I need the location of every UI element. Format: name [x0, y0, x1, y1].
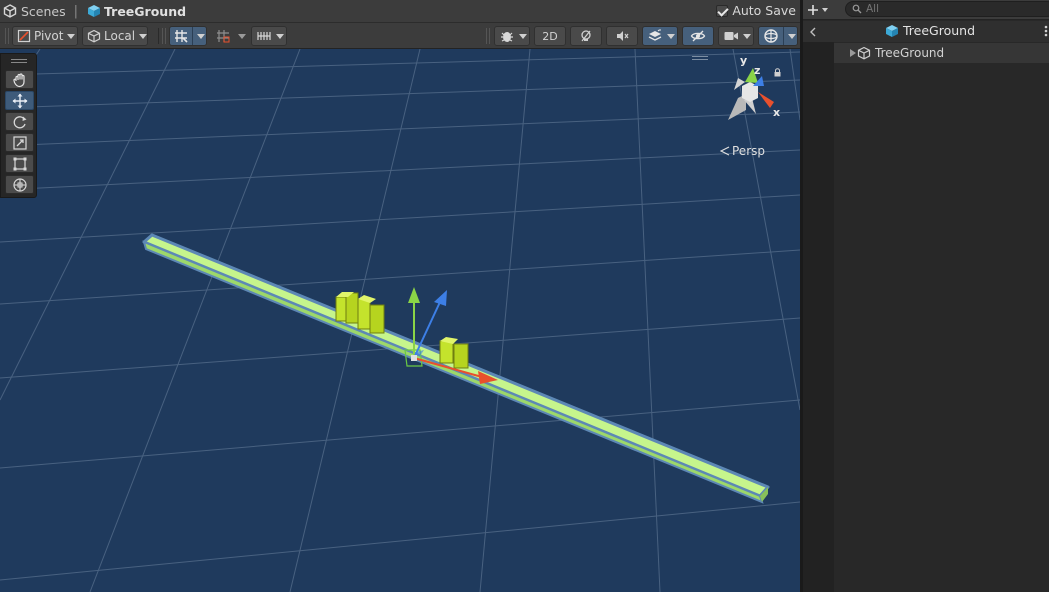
increment-snap-icon [215, 28, 231, 44]
audio-toggle-button[interactable] [606, 26, 638, 46]
hierarchy-list[interactable]: TreeGround [803, 42, 1049, 592]
gizmos-dropdown[interactable] [758, 26, 798, 46]
search-icon [852, 4, 862, 14]
rotate-tool-button[interactable] [5, 112, 34, 131]
kebab-menu-icon[interactable] [1043, 24, 1049, 38]
breadcrumb-separator: | [73, 3, 79, 19]
hierarchy-toolbar [803, 0, 1049, 20]
breadcrumb-scenes-label: Scenes [21, 3, 66, 19]
transform-tool-button[interactable] [5, 175, 34, 194]
toolbar-grip[interactable] [486, 28, 490, 44]
scene-visibility-toggle[interactable] [682, 26, 714, 46]
chevron-down-icon [238, 33, 246, 39]
chevron-down-icon [667, 33, 675, 39]
transform-icon [12, 177, 28, 193]
prefab-cube-icon [885, 24, 899, 38]
chevron-down-icon [519, 33, 527, 39]
camera-icon [723, 28, 739, 44]
grid-snap-icon [173, 28, 189, 44]
scene-view-panel: Scenes | TreeGround Auto Save Pivot Loca… [0, 0, 800, 592]
effects-layers-icon [647, 28, 663, 44]
chevron-down-icon [139, 33, 148, 39]
hierarchy-panel: TreeGround TreeGround [803, 0, 1049, 592]
ruler-snap-button[interactable] [251, 26, 287, 46]
lightbulb-icon [579, 29, 593, 43]
effects-dropdown[interactable] [642, 26, 678, 46]
prefab-title: TreeGround [885, 23, 975, 38]
bug-icon [499, 28, 515, 44]
move-tool-button[interactable] [5, 91, 34, 110]
2d-toggle-button[interactable]: 2D [534, 26, 566, 46]
scale-tool-button[interactable] [5, 133, 34, 152]
scale-icon [12, 135, 28, 151]
hand-tool-button[interactable] [5, 70, 34, 89]
ruler-icon [256, 28, 272, 44]
space-dropdown[interactable]: Local [82, 26, 148, 46]
unity-logo-icon [3, 4, 17, 18]
autosave-checkbox[interactable] [716, 4, 729, 17]
pivot-dropdown[interactable]: Pivot [12, 26, 78, 46]
pivot-icon [17, 29, 31, 43]
toolbar-grip[interactable] [162, 28, 166, 44]
scene-canvas[interactable] [0, 49, 800, 592]
chevron-down-icon [67, 33, 76, 39]
hierarchy-item-label: TreeGround [875, 46, 945, 60]
gizmo-x-label: x [773, 106, 781, 119]
scene-viewport[interactable]: y z x Persp [0, 49, 800, 592]
expand-arrow-icon[interactable] [850, 49, 856, 57]
gizmo-globe-icon [763, 28, 779, 44]
increment-snap-button[interactable] [211, 26, 247, 46]
pivot-label: Pivot [34, 29, 64, 43]
move-icon [12, 93, 28, 109]
grid-snap-button[interactable] [169, 26, 207, 46]
projection-toggle[interactable]: Persp [720, 144, 765, 158]
gameobject-cube-icon [857, 46, 871, 60]
chevron-down-icon [743, 33, 751, 39]
hierarchy-search[interactable] [845, 1, 1049, 17]
add-object-button[interactable] [807, 1, 835, 18]
scene-toolbar: Pivot Local 2D [0, 22, 800, 49]
toolbar-divider [158, 28, 159, 44]
toolbar-grip[interactable] [5, 28, 9, 44]
lighting-toggle-button[interactable] [570, 26, 602, 46]
rect-icon [12, 156, 28, 172]
prefab-header: TreeGround [803, 21, 1049, 42]
2d-label: 2D [542, 29, 558, 43]
chevron-down-icon [197, 33, 205, 39]
space-label: Local [104, 29, 136, 43]
eye-hidden-icon [690, 28, 706, 44]
tools-overlay [0, 53, 37, 198]
lock-icon[interactable] [773, 66, 782, 77]
gizmo-x-cone [758, 92, 774, 108]
rotate-icon [12, 114, 28, 130]
chevron-down-icon [788, 33, 796, 39]
back-chevron-icon[interactable] [807, 25, 821, 39]
chevron-down-icon [276, 33, 284, 39]
chevron-down-icon [822, 7, 828, 12]
hand-icon [12, 72, 28, 88]
projection-label: Persp [732, 144, 765, 158]
perspective-icon [720, 146, 730, 156]
plus-icon [807, 4, 819, 16]
breadcrumb: Scenes | TreeGround Auto Save [0, 0, 800, 22]
speaker-mute-icon [615, 29, 629, 43]
draw-mode-dropdown[interactable] [494, 26, 530, 46]
rect-tool-button[interactable] [5, 154, 34, 173]
gizmo-y-label: y [740, 54, 748, 67]
gizmo-z-label: z [754, 64, 761, 77]
cube-icon [87, 29, 101, 43]
tools-overlay-grip[interactable] [11, 59, 27, 63]
prefab-title-label: TreeGround [903, 23, 976, 38]
breadcrumb-prefab-label: TreeGround [104, 3, 187, 19]
hierarchy-item-treeground[interactable]: TreeGround [834, 43, 1049, 63]
prefab-cube-icon [87, 4, 101, 18]
breadcrumb-prefab[interactable]: TreeGround [87, 0, 186, 22]
autosave-label: Auto Save [732, 3, 796, 18]
search-input[interactable] [866, 3, 1016, 15]
camera-dropdown[interactable] [718, 26, 754, 46]
breadcrumb-scenes[interactable]: Scenes [0, 0, 66, 22]
hierarchy-gutter [803, 42, 834, 592]
overlay-menu-handle[interactable] [692, 56, 708, 60]
autosave-toggle[interactable]: Auto Save [716, 3, 796, 18]
